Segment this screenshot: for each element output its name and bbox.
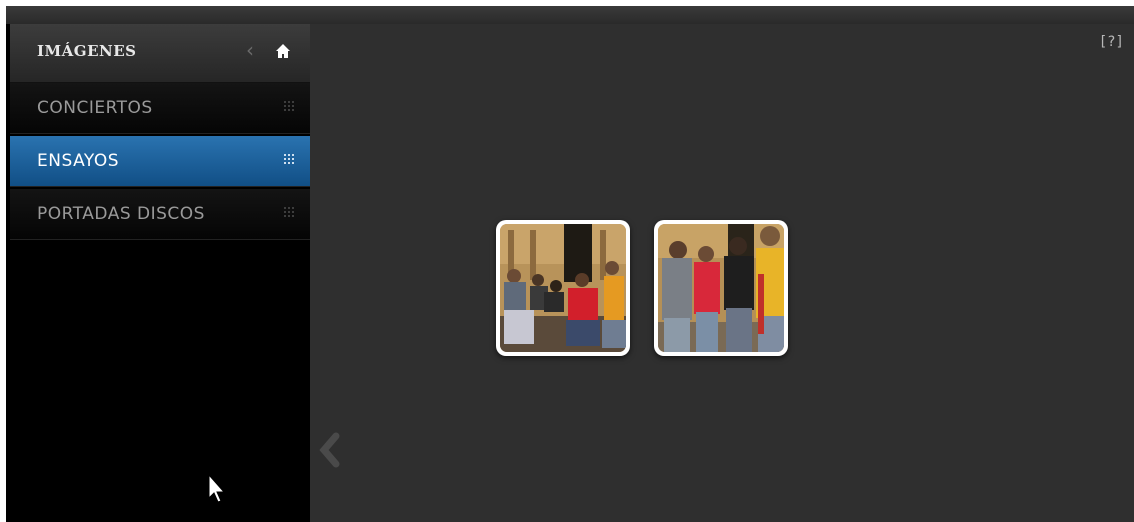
sidebar-item-ensayos[interactable]: ENSAYOS xyxy=(10,136,310,187)
sidebar-item-label: PORTADAS DISCOS xyxy=(37,204,205,224)
thumbnail-rehearsal-photo-1[interactable] xyxy=(496,220,630,356)
grid-icon xyxy=(284,207,294,217)
sidebar-item-label: CONCIERTOS xyxy=(37,98,153,118)
app-frame: IMÁGENES ‹ CONCIERTOS ENSAYOS PORTADAS D… xyxy=(6,6,1134,522)
sidebar: IMÁGENES ‹ CONCIERTOS ENSAYOS PORTADAS D… xyxy=(10,24,310,522)
thumbnail-rehearsal-photo-2[interactable] xyxy=(654,220,788,356)
chevron-left-icon[interactable] xyxy=(316,430,342,470)
gallery-main: [?] xyxy=(310,24,1134,522)
sidebar-header: IMÁGENES ‹ xyxy=(10,24,310,83)
grid-icon xyxy=(284,101,294,111)
home-icon[interactable] xyxy=(276,43,290,59)
mouse-cursor-icon xyxy=(208,474,226,503)
top-bar xyxy=(6,6,1134,24)
band-photo-image xyxy=(500,224,626,352)
band-photo-image xyxy=(658,224,784,352)
sidebar-item-label: ENSAYOS xyxy=(37,151,120,171)
help-button[interactable]: [?] xyxy=(1099,34,1124,50)
sidebar-item-portadas-discos[interactable]: PORTADAS DISCOS xyxy=(10,189,310,240)
grid-icon xyxy=(284,154,294,164)
sidebar-title: IMÁGENES xyxy=(37,42,137,60)
sidebar-item-conciertos[interactable]: CONCIERTOS xyxy=(10,83,310,134)
chevron-left-icon[interactable]: ‹ xyxy=(246,38,254,62)
